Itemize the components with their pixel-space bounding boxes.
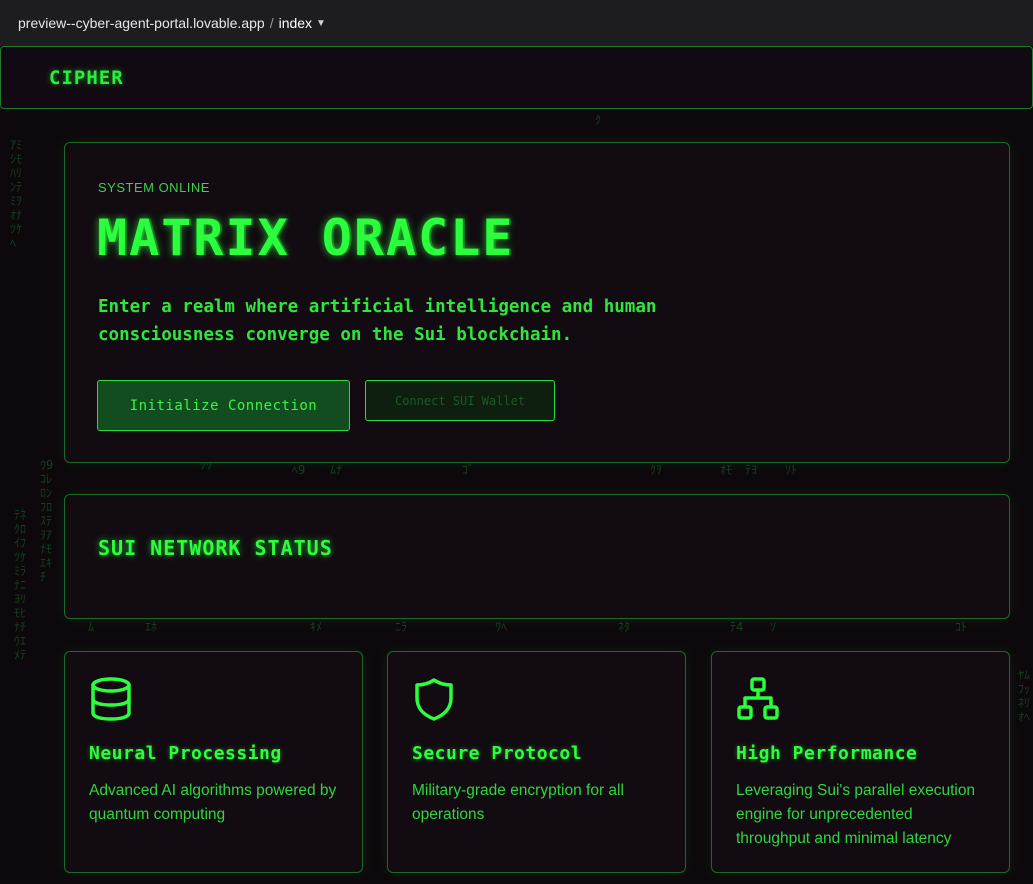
url-separator: / [269, 15, 274, 31]
url-page: index [278, 15, 313, 31]
url-host: preview--cyber-agent-portal.lovable.app [18, 15, 265, 31]
initialize-connection-button[interactable]: Initialize Connection [97, 380, 350, 431]
rain-column: ｱﾐｼﾓﾊﾘﾝﾃﾐｦｵﾅﾂｹﾍ [10, 138, 23, 250]
rain-column: ｵﾓ [720, 463, 733, 477]
rain-column: ｿ [770, 620, 777, 634]
feature-title: High Performance [736, 743, 918, 764]
feature-description: Military-grade encryption for all operat… [412, 782, 624, 823]
shield-icon [412, 676, 456, 722]
rain-column: ｺﾄ [955, 620, 968, 634]
rain-column: ｿﾄ [785, 463, 798, 477]
feature-description: Leveraging Sui's parallel execution engi… [736, 782, 976, 847]
system-status-label: SYSTEM ONLINE [98, 180, 210, 195]
rain-column: ﾈﾀ [618, 620, 631, 634]
rain-column: ﾃﾈｸﾛｲﾌﾂｹﾐﾗﾅﾆﾖﾘﾓﾋﾅﾁｳｴﾒﾃ [14, 508, 27, 662]
feature-card-secure: Secure Protocol Military-grade encryptio… [387, 651, 686, 873]
rain-column: ｸｦ [650, 463, 663, 477]
page-title: MATRIX ORACLE [97, 209, 515, 267]
feature-card-neural: Neural Processing Advanced AI algorithms… [64, 651, 363, 873]
top-navbar: CIPHER [0, 46, 1033, 109]
rain-column: ﾆﾗ [395, 620, 408, 634]
rain-column: ｺﾞ [462, 463, 475, 477]
rain-column: ｸ [595, 113, 602, 127]
rain-column: ｳ9ｺﾚﾛﾝﾌﾛｽﾃｦｱﾅﾓｴｷﾁ [40, 458, 54, 584]
network-status-title: SUI NETWORK STATUS [98, 536, 333, 560]
hero-description: Enter a realm where artificial intellige… [98, 297, 657, 345]
feature-title: Secure Protocol [412, 743, 583, 764]
rain-column: ﾍ9 [292, 463, 306, 477]
network-icon [736, 676, 780, 722]
network-status-panel: SUI NETWORK STATUS [64, 494, 1010, 619]
rain-column: ﾃﾖ [745, 463, 758, 477]
brand-logo-text[interactable]: CIPHER [49, 67, 124, 89]
rain-column: ﾃ4 [730, 620, 744, 634]
rain-column: ｴﾎ [145, 620, 158, 634]
rain-column: ﾑﾅ [330, 463, 343, 477]
rain-column: ﾔﾑﾌｯﾈﾘｵﾍ [1018, 668, 1031, 724]
rain-column: ﾑ [88, 620, 95, 634]
feature-card-performance: High Performance Leveraging Sui's parall… [711, 651, 1010, 873]
chevron-down-icon[interactable]: ▼ [316, 18, 326, 29]
hero-panel: SYSTEM ONLINE MATRIX ORACLE Enter a real… [64, 142, 1010, 463]
rain-column: ｷﾒ [310, 620, 323, 634]
database-icon [89, 676, 133, 722]
feature-title: Neural Processing [89, 743, 282, 764]
feature-description: Advanced AI algorithms powered by quantu… [89, 782, 337, 823]
connect-wallet-button[interactable]: Connect SUI Wallet [365, 380, 555, 421]
browser-address-bar[interactable]: preview--cyber-agent-portal.lovable.app … [0, 0, 1033, 46]
rain-column: ﾜﾍ [495, 620, 508, 634]
